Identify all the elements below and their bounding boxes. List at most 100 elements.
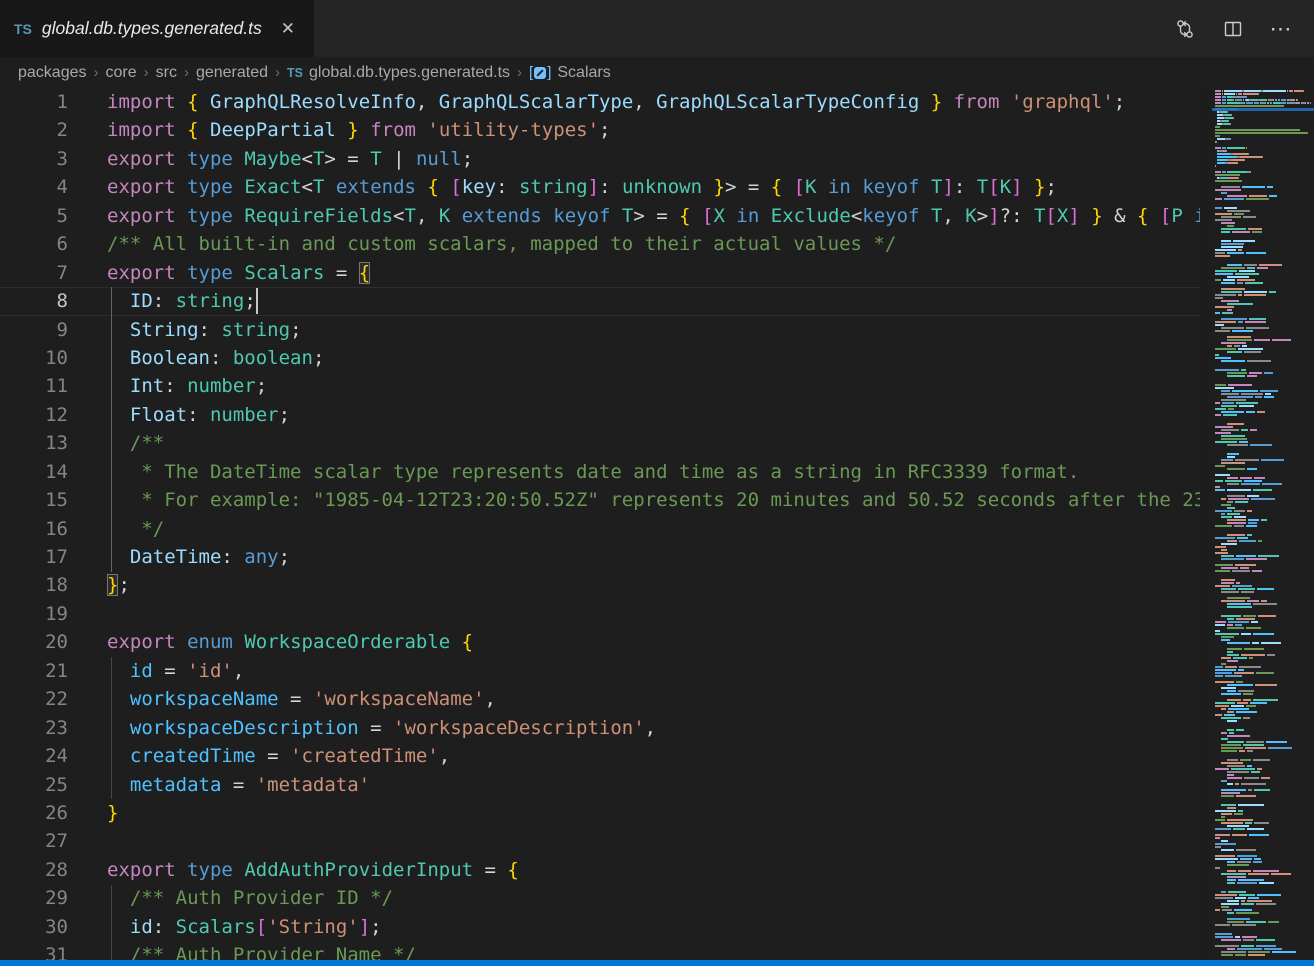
code-token: < bbox=[302, 148, 313, 170]
breadcrumb-item-src[interactable]: src bbox=[156, 64, 177, 82]
code-token: export bbox=[107, 262, 176, 284]
code-line[interactable]: 21 id = 'id', bbox=[0, 657, 1212, 685]
code-token: T bbox=[1034, 205, 1045, 227]
code-token: } bbox=[107, 802, 118, 824]
code-token: > = bbox=[725, 176, 771, 198]
code-line[interactable]: 10 Boolean: boolean; bbox=[0, 344, 1212, 372]
code-token: : bbox=[496, 176, 519, 198]
code-line[interactable]: 28export type AddAuthProviderInput = { bbox=[0, 856, 1212, 884]
code-line[interactable]: 22 workspaceName = 'workspaceName', bbox=[0, 685, 1212, 713]
code-line[interactable]: 27 bbox=[0, 827, 1212, 855]
code-line[interactable]: 11 Int: number; bbox=[0, 372, 1212, 400]
breadcrumb-item-core[interactable]: core bbox=[106, 64, 137, 82]
code-token: export bbox=[107, 859, 176, 881]
code-token: */ bbox=[107, 518, 164, 540]
code-token: 'createdTime' bbox=[290, 745, 439, 767]
code-token: T bbox=[404, 205, 415, 227]
code-token: { bbox=[462, 631, 473, 653]
code-line[interactable]: 5export type RequireFields<T, K extends … bbox=[0, 202, 1212, 230]
code-line[interactable]: 2import { DeepPartial } from 'utility-ty… bbox=[0, 116, 1212, 144]
breadcrumb: packages›core›src›generated›TSglobal.db.… bbox=[0, 57, 1314, 88]
code-token: T bbox=[313, 148, 324, 170]
vertical-scrollbar[interactable] bbox=[1200, 88, 1212, 960]
code-token: } bbox=[931, 91, 942, 113]
code-token bbox=[416, 176, 427, 198]
code-token: = bbox=[256, 745, 290, 767]
code-area[interactable]: 1import { GraphQLResolveInfo, GraphQLSca… bbox=[0, 88, 1212, 960]
code-line[interactable]: 23 workspaceDescription = 'workspaceDesc… bbox=[0, 714, 1212, 742]
code-line[interactable]: 18}; bbox=[0, 571, 1212, 599]
code-token: 'workspaceDescription' bbox=[393, 717, 645, 739]
code-line[interactable]: 19 bbox=[0, 600, 1212, 628]
code-line[interactable]: 1import { GraphQLResolveInfo, GraphQLSca… bbox=[0, 88, 1212, 116]
typescript-file-icon: TS bbox=[14, 21, 32, 37]
code-line[interactable]: 16 */ bbox=[0, 515, 1212, 543]
code-token: , bbox=[416, 91, 439, 113]
breadcrumb-item-generated[interactable]: generated bbox=[196, 64, 268, 82]
code-token bbox=[1183, 205, 1194, 227]
code-line[interactable]: 29 /** Auth Provider ID */ bbox=[0, 884, 1212, 912]
code-line[interactable]: 4export type Exact<T extends { [key: str… bbox=[0, 173, 1212, 201]
code-token bbox=[359, 119, 370, 141]
code-token bbox=[450, 205, 461, 227]
code-token: : bbox=[153, 290, 176, 312]
code-line[interactable]: 7export type Scalars = { bbox=[0, 259, 1212, 287]
code-token: : bbox=[210, 347, 233, 369]
vscode-window: TS global.db.types.generated.ts ✕ bbox=[0, 0, 1314, 966]
close-tab-icon[interactable]: ✕ bbox=[276, 17, 300, 40]
breadcrumb-item-scalars[interactable]: []Scalars bbox=[529, 64, 611, 82]
code-line[interactable]: 14 * The DateTime scalar type represents… bbox=[0, 458, 1212, 486]
code-line[interactable]: 24 createdTime = 'createdTime', bbox=[0, 742, 1212, 770]
code-line[interactable]: 6/** All built-in and custom scalars, ma… bbox=[0, 230, 1212, 258]
code-token bbox=[851, 176, 862, 198]
code-token: 'workspaceName' bbox=[313, 688, 485, 710]
code-token: ; bbox=[313, 347, 324, 369]
code-token: = bbox=[221, 774, 255, 796]
code-token: ] bbox=[588, 176, 599, 198]
code-line[interactable]: 25 metadata = 'metadata' bbox=[0, 771, 1212, 799]
line-number: 26 bbox=[0, 799, 68, 827]
code-token: < bbox=[302, 176, 313, 198]
code-token: , bbox=[416, 205, 439, 227]
more-actions-icon[interactable]: ⋯ bbox=[1264, 12, 1298, 46]
open-changes-icon[interactable] bbox=[1168, 12, 1202, 46]
code-line[interactable]: 12 Float: number; bbox=[0, 401, 1212, 429]
code-token: * The DateTime scalar type represents da… bbox=[107, 461, 1079, 483]
code-line[interactable]: 17 DateTime: any; bbox=[0, 543, 1212, 571]
code-token: K bbox=[1000, 176, 1011, 198]
code-token: : bbox=[153, 916, 176, 938]
code-token bbox=[999, 91, 1010, 113]
line-number: 8 bbox=[0, 287, 68, 315]
code-token: ; bbox=[370, 916, 381, 938]
code-line[interactable]: 20export enum WorkspaceOrderable { bbox=[0, 628, 1212, 656]
code-line[interactable]: 26} bbox=[0, 799, 1212, 827]
code-token: } bbox=[714, 176, 725, 198]
code-line[interactable]: 3export type Maybe<T> = T | null; bbox=[0, 145, 1212, 173]
code-token bbox=[691, 205, 702, 227]
code-token: { bbox=[427, 176, 438, 198]
code-token: X bbox=[1057, 205, 1068, 227]
code-line[interactable]: 30 id: Scalars['String']; bbox=[0, 913, 1212, 941]
code-token: , bbox=[439, 745, 450, 767]
code-line[interactable]: 9 String: string; bbox=[0, 316, 1212, 344]
minimap[interactable] bbox=[1212, 88, 1314, 960]
code-line[interactable]: 31 /** Auth Provider Name */ bbox=[0, 941, 1212, 960]
breadcrumb-item-global-db-types-generated-ts[interactable]: TSglobal.db.types.generated.ts bbox=[287, 64, 510, 82]
line-number: 28 bbox=[0, 856, 68, 884]
code-line[interactable]: 13 /** bbox=[0, 429, 1212, 457]
line-number: 12 bbox=[0, 401, 68, 429]
line-number: 31 bbox=[0, 941, 68, 960]
code-line[interactable]: 15 * For example: "1985-04-12T23:20:50.5… bbox=[0, 486, 1212, 514]
tab-global-db-types[interactable]: TS global.db.types.generated.ts ✕ bbox=[0, 0, 314, 57]
code-token: 'utility-types' bbox=[427, 119, 599, 141]
code-line[interactable]: 8 ID: string; bbox=[0, 287, 1212, 315]
code-token: ] bbox=[988, 205, 999, 227]
code-token: { bbox=[187, 119, 198, 141]
code-token bbox=[176, 119, 187, 141]
breadcrumb-item-packages[interactable]: packages bbox=[18, 64, 87, 82]
code-token bbox=[176, 631, 187, 653]
breadcrumb-label: generated bbox=[196, 64, 268, 82]
split-editor-icon[interactable] bbox=[1216, 12, 1250, 46]
code-token: Maybe bbox=[244, 148, 301, 170]
code-token: ; bbox=[462, 148, 473, 170]
